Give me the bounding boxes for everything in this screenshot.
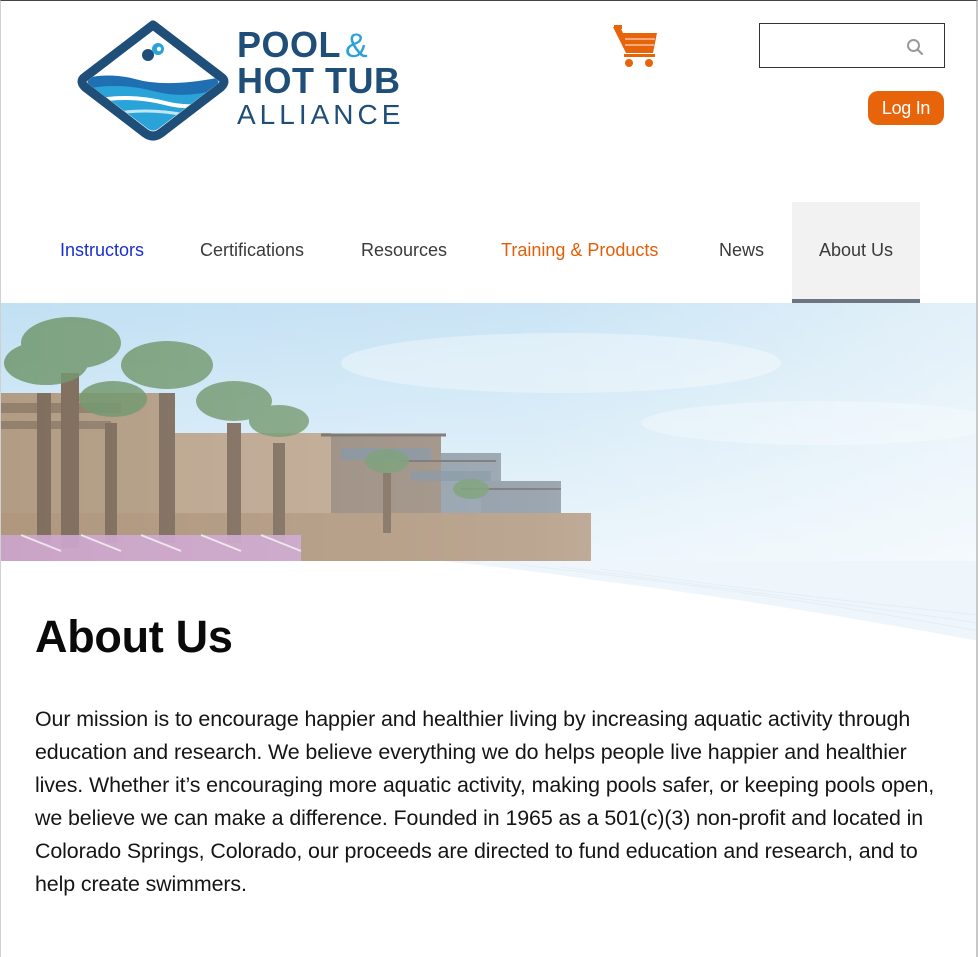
search-icon[interactable] — [906, 38, 924, 56]
nav-item-certifications[interactable]: Certifications — [200, 202, 304, 303]
logo-word-hot-tub: HOT TUB — [237, 60, 401, 101]
logo-word-alliance: ALLIANCE — [237, 99, 405, 130]
mission-paragraph: Our mission is to encourage happier and … — [35, 707, 935, 896]
page-frame: POOL & HOT TUB ALLIANCE Log In Instructor… — [0, 0, 978, 957]
search-input[interactable] — [768, 32, 898, 60]
logo-emblem-icon — [77, 20, 229, 141]
logo-word-pool: POOL — [237, 24, 342, 65]
shopping-cart-icon[interactable] — [611, 23, 659, 69]
login-button[interactable]: Log In — [868, 91, 944, 125]
nav-item-news[interactable]: News — [719, 202, 764, 303]
nav-item-resources[interactable]: Resources — [361, 202, 447, 303]
nav-item-instructors[interactable]: Instructors — [60, 202, 144, 303]
search-box[interactable] — [759, 23, 945, 68]
page-title: About Us — [35, 611, 233, 662]
site-logo[interactable]: POOL & HOT TUB ALLIANCE — [75, 19, 420, 141]
nav-item-training-products[interactable]: Training & Products — [501, 202, 658, 303]
nav-item-about-us[interactable]: About Us — [792, 202, 920, 303]
hero-banner-image — [1, 303, 976, 561]
main-nav: Instructors Certifications Resources Tra… — [1, 202, 976, 303]
logo-wordmark: POOL & HOT TUB ALLIANCE — [237, 27, 404, 129]
